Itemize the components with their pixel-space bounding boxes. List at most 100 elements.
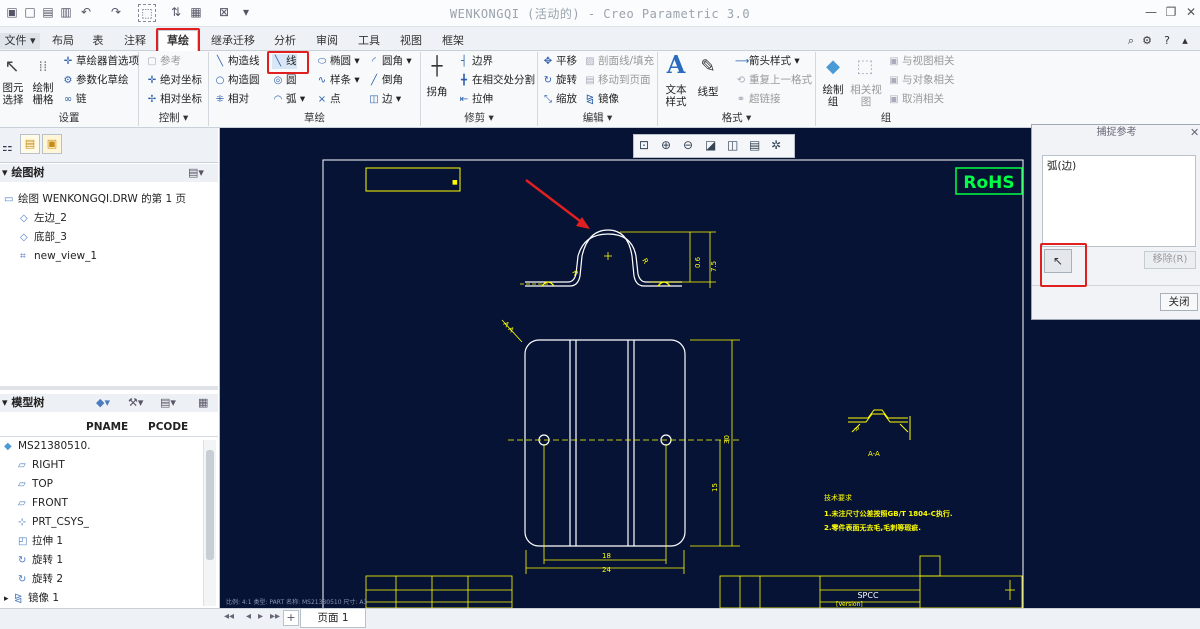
repeat-format-button[interactable]: ⟲ 重复上一格式 bbox=[735, 73, 812, 88]
tree-item[interactable]: ◆ MS21380510. bbox=[4, 439, 91, 454]
column-pname[interactable]: PNAME bbox=[86, 421, 128, 433]
bracket-side-view[interactable] bbox=[525, 229, 682, 287]
tree-item[interactable]: ▱ RIGHT bbox=[18, 458, 65, 473]
translate-button[interactable]: ✥ 平移 bbox=[542, 54, 577, 69]
chamfer-button[interactable]: ╱ 倒角 bbox=[368, 73, 403, 88]
arrow-style-button[interactable]: ⟶箭头样式 ▾ bbox=[735, 54, 800, 69]
text-style-icon[interactable]: A bbox=[665, 53, 687, 77]
rotate-button[interactable]: ↻ 旋转 bbox=[542, 73, 577, 88]
tree-item[interactable]: ▱ TOP bbox=[18, 477, 53, 492]
hyperlink-button[interactable]: ⚭ 超链接 bbox=[735, 92, 781, 107]
column-pcode[interactable]: PCODE bbox=[148, 421, 188, 433]
model-display-icon[interactable]: ◆▾ bbox=[96, 394, 110, 412]
fillet-button[interactable]: ◜ 圆角 ▾ bbox=[368, 54, 412, 69]
tree-item[interactable]: ⌗ new_view_1 bbox=[20, 249, 97, 264]
chain-button[interactable]: ∞ 链 bbox=[62, 92, 87, 107]
display-style-icon[interactable]: ◫ bbox=[727, 138, 738, 152]
pointer-icon[interactable]: ↖ bbox=[1, 56, 23, 78]
tab-framework[interactable]: 框架 bbox=[436, 33, 470, 49]
relate-to-view-button[interactable]: ▣ 与视图相关 bbox=[888, 54, 954, 69]
select-elements-label[interactable]: 图元 选择 bbox=[0, 82, 26, 106]
datum-display-icon[interactable]: ✲ bbox=[771, 138, 781, 152]
tab-view[interactable]: 视图 bbox=[394, 33, 428, 49]
edge-button[interactable]: ◫ 边 ▾ bbox=[368, 92, 401, 107]
param-sketch-button[interactable]: ⚙ 参数化草绘 bbox=[62, 73, 129, 88]
section-fill-button[interactable]: ▨ 剖面线/填充 bbox=[584, 54, 654, 69]
tab-tools[interactable]: 工具 bbox=[352, 33, 386, 49]
tree-item[interactable]: ◇ 左边_2 bbox=[20, 211, 67, 226]
reference-list[interactable]: 弧(边) bbox=[1042, 155, 1196, 247]
absolute-coord-button[interactable]: ✛ 绝对坐标 bbox=[146, 73, 202, 88]
tab-layout[interactable]: 布局 bbox=[48, 33, 78, 49]
tree-item[interactable]: ⊹ PRT_CSYS_ bbox=[18, 515, 89, 530]
corner-icon[interactable]: ┼ bbox=[426, 56, 448, 78]
scrollbar-thumb[interactable] bbox=[206, 450, 214, 560]
text-style-button[interactable]: 文本 样式 bbox=[662, 84, 690, 108]
tools-icon[interactable]: ⚒▾ bbox=[128, 394, 143, 412]
search-icon[interactable]: ⌕ bbox=[1124, 33, 1138, 49]
dialog-close-button[interactable]: 关闭 bbox=[1160, 293, 1198, 311]
ellipse-button[interactable]: ⬭ 椭圆 ▾ bbox=[316, 54, 360, 69]
reference-button[interactable]: ▢ 参考 bbox=[146, 54, 181, 69]
move-to-page-button[interactable]: ▤ 移动到页面 bbox=[584, 73, 650, 88]
mirror-button[interactable]: ⧎ 镜像 bbox=[584, 92, 619, 107]
maximize-button[interactable]: ❐ bbox=[1160, 3, 1182, 21]
close-button[interactable]: ✕ bbox=[1180, 3, 1200, 21]
cancel-relation-button[interactable]: ▣ 取消相关 bbox=[888, 92, 944, 107]
ribbon-collapse-icon[interactable]: ▴ bbox=[1178, 33, 1192, 49]
stretch-button[interactable]: ⇤ 拉伸 bbox=[458, 92, 493, 107]
tree-item[interactable]: ▱ FRONT bbox=[18, 496, 68, 511]
group-label-edit[interactable]: 编辑 ▾ bbox=[538, 111, 657, 126]
construct-circle-button[interactable]: ○ 构造圆 bbox=[214, 73, 260, 88]
panel-splitter[interactable] bbox=[0, 386, 218, 390]
dialog-close-icon[interactable]: ✕ bbox=[1190, 126, 1199, 139]
line-style-icon[interactable]: ✎ bbox=[697, 56, 719, 78]
tree-item[interactable]: ◇ 底部_3 bbox=[20, 230, 67, 245]
tree-item[interactable]: ↻ 旋转 2 bbox=[18, 572, 63, 587]
drawing-tree-header[interactable]: ▾ 绘图树 ▤▾ bbox=[0, 164, 218, 182]
boundary-button[interactable]: ┤ 边界 bbox=[458, 54, 493, 69]
group-label-trim[interactable]: 修剪 ▾ bbox=[421, 111, 537, 126]
repaint-icon[interactable]: ◪ bbox=[705, 138, 716, 152]
settings-icon[interactable]: ⚙ bbox=[1140, 33, 1154, 49]
model-tree-scrollbar[interactable] bbox=[203, 440, 216, 606]
tab-legacy-migration[interactable]: 继承迁移 bbox=[206, 33, 260, 49]
scale-button[interactable]: ⤡ 缩放 bbox=[542, 92, 577, 107]
page-tab[interactable]: 页面 1 bbox=[300, 609, 366, 628]
tab-analysis[interactable]: 分析 bbox=[268, 33, 302, 49]
circle-button[interactable]: ◎ 圆 bbox=[272, 73, 297, 88]
sketcher-prefs-button[interactable]: ✛ 草绘器首选项 bbox=[62, 54, 139, 69]
tab-table[interactable]: 表 bbox=[86, 33, 110, 49]
group-label-control[interactable]: 控制 ▾ bbox=[139, 111, 208, 126]
tree-item[interactable]: ▸ ⧎ 镜像 1 bbox=[4, 591, 59, 605]
favorites-tab-icon[interactable]: ▣ bbox=[42, 134, 62, 154]
related-view-icon[interactable]: ⬚ bbox=[854, 56, 876, 78]
group-label-format[interactable]: 格式 ▾ bbox=[658, 111, 815, 126]
page-prev-icon[interactable]: ◂ bbox=[246, 611, 251, 622]
page-last-icon[interactable]: ▸▸ bbox=[270, 611, 280, 622]
corner-button[interactable]: 拐角 bbox=[424, 86, 450, 98]
reference-list-item[interactable]: 弧(边) bbox=[1047, 158, 1076, 173]
line-style-button[interactable]: 线型 bbox=[694, 86, 722, 98]
zoom-out-icon[interactable]: ⊖ bbox=[683, 138, 693, 152]
relative-coord-button[interactable]: ✢ 相对坐标 bbox=[146, 92, 202, 107]
file-menu[interactable]: 文件 ▾ bbox=[0, 33, 40, 49]
point-button[interactable]: × 点 bbox=[316, 92, 341, 107]
minimize-button[interactable]: — bbox=[1140, 3, 1162, 21]
page-first-icon[interactable]: ◂◂ bbox=[224, 611, 234, 622]
tree-item[interactable]: ◰ 拉伸 1 bbox=[18, 534, 63, 549]
tree-filter-icon[interactable]: ▦ bbox=[198, 394, 208, 412]
page-next-icon[interactable]: ▸ bbox=[258, 611, 263, 622]
collapse-icon[interactable]: ▾ bbox=[2, 396, 8, 409]
tree-settings-icon[interactable]: ▤▾ bbox=[188, 164, 204, 182]
bracket-top-view[interactable] bbox=[524, 339, 686, 547]
relative-button[interactable]: ⁜ 相对 bbox=[214, 92, 249, 107]
help-icon[interactable]: ? bbox=[1160, 33, 1174, 49]
related-view-button[interactable]: 相关视图 bbox=[848, 84, 884, 108]
refit-icon[interactable]: ⊡ bbox=[639, 138, 649, 152]
add-page-icon[interactable]: + bbox=[283, 610, 299, 626]
divide-button[interactable]: ╋ 在相交处分割 bbox=[458, 73, 535, 88]
model-tree-header[interactable]: ▾ 模型树 ◆▾ ⚒▾ ▤▾ ▦ bbox=[0, 394, 218, 412]
spline-button[interactable]: ∿ 样条 ▾ bbox=[316, 73, 360, 88]
saved-views-icon[interactable]: ▤ bbox=[749, 138, 760, 152]
